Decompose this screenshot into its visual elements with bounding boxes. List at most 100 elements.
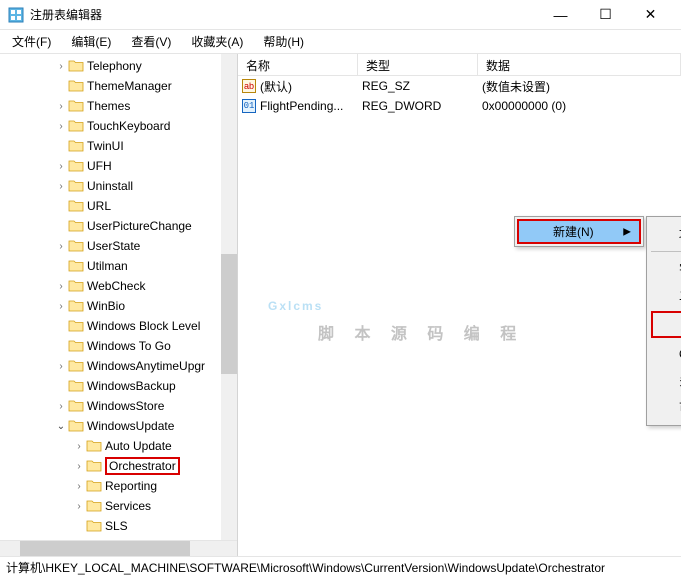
tree-item[interactable]: ›WinBio [0, 296, 237, 316]
ctx-new-string[interactable]: 字符串值(S) [647, 255, 681, 282]
chevron-right-icon[interactable]: › [54, 299, 68, 313]
cell-data: (数值未设置) [478, 76, 681, 97]
tree-item[interactable]: ›Orchestrator [0, 456, 237, 476]
tree-label: Utilman [87, 259, 128, 273]
tree-item[interactable]: UserPictureChange [0, 216, 237, 236]
ctx-new-multi[interactable]: 多字符串值(M) [647, 367, 681, 394]
cell-name: 01FlightPending... [238, 97, 358, 115]
tree-item[interactable]: TwinUI [0, 136, 237, 156]
folder-icon [68, 199, 84, 213]
statusbar: 计算机\HKEY_LOCAL_MACHINE\SOFTWARE\Microsof… [0, 556, 681, 578]
tree-item[interactable]: ThemeManager [0, 76, 237, 96]
list-row[interactable]: 01FlightPending...REG_DWORD0x00000000 (0… [238, 96, 681, 116]
tree-item[interactable]: ›Uninstall [0, 176, 237, 196]
tree-item[interactable]: Windows Block Level [0, 316, 237, 336]
tree-label: Themes [87, 99, 130, 113]
chevron-right-icon[interactable]: › [54, 399, 68, 413]
chevron-right-icon[interactable]: › [72, 439, 86, 453]
chevron-right-icon[interactable]: › [54, 279, 68, 293]
tree-item[interactable]: ⌄ WindowsUpdate [0, 416, 237, 436]
header-type[interactable]: 类型 [358, 54, 478, 75]
header-name[interactable]: 名称 [238, 54, 358, 75]
tree-item[interactable]: URL [0, 196, 237, 216]
tree-item[interactable]: ›Auto Update [0, 436, 237, 456]
chevron-right-icon[interactable]: › [54, 239, 68, 253]
folder-icon [68, 359, 84, 373]
chevron-down-icon[interactable]: ⌄ [54, 419, 68, 433]
expander-none [54, 199, 68, 213]
ctx-new-label: 新建(N) [553, 225, 594, 239]
menubar: 文件(F) 编辑(E) 查看(V) 收藏夹(A) 帮助(H) [0, 30, 681, 54]
ctx-new-dword[interactable]: DWORD (32 位)值(D) [651, 311, 681, 338]
tree-item[interactable]: › Themes [0, 96, 237, 116]
tree-view[interactable]: ›TelephonyThemeManager › Themes › TouchKeybo… [0, 54, 237, 556]
ctx-separator [651, 251, 681, 252]
main-area: ›TelephonyThemeManager › Themes › TouchKeybo… [0, 54, 681, 556]
close-button[interactable]: ✕ [628, 0, 673, 30]
folder-icon [68, 139, 84, 153]
chevron-right-icon[interactable]: › [72, 459, 86, 473]
menu-help[interactable]: 帮助(H) [255, 31, 312, 52]
vertical-scrollbar[interactable] [221, 54, 237, 540]
tree-label: WindowsBackup [87, 379, 176, 393]
tree-label: TwinUI [87, 139, 124, 153]
folder-icon [68, 319, 84, 333]
tree-item[interactable]: › TouchKeyboard [0, 116, 237, 136]
folder-icon [68, 219, 84, 233]
chevron-right-icon[interactable]: › [72, 479, 86, 493]
binary-value-icon: 01 [242, 99, 256, 113]
folder-icon [68, 79, 84, 93]
tree-item[interactable]: › UFH [0, 156, 237, 176]
folder-icon [68, 99, 84, 113]
ctx-new[interactable]: 新建(N) ▶ [517, 219, 641, 244]
chevron-right-icon[interactable]: › [54, 59, 68, 73]
tree-label: WebCheck [87, 279, 145, 293]
tree-item[interactable]: ›Services [0, 496, 237, 516]
chevron-right-icon[interactable]: › [54, 99, 68, 113]
tree-item[interactable]: Windows To Go [0, 336, 237, 356]
tree-item[interactable]: ›WindowsStore [0, 396, 237, 416]
tree-label: WindowsUpdate [87, 419, 174, 433]
chevron-right-icon[interactable]: › [54, 359, 68, 373]
chevron-right-icon[interactable]: › [54, 179, 68, 193]
tree-item[interactable]: SLS [0, 516, 237, 536]
list-body[interactable]: ab(默认)REG_SZ(数值未设置)01FlightPending...REG… [238, 76, 681, 116]
chevron-right-icon[interactable]: › [72, 499, 86, 513]
minimize-button[interactable]: — [538, 0, 583, 30]
context-menu[interactable]: 新建(N) ▶ [514, 216, 644, 247]
tree-item[interactable]: WindowsBackup [0, 376, 237, 396]
window-title: 注册表编辑器 [30, 6, 538, 23]
ctx-new-qword[interactable]: QWORD (64 位)值(Q) [647, 340, 681, 367]
menu-view[interactable]: 查看(V) [123, 31, 179, 52]
folder-icon [86, 519, 102, 533]
maximize-button[interactable]: ☐ [583, 0, 628, 30]
tree-panel: ›TelephonyThemeManager › Themes › TouchKeybo… [0, 54, 238, 556]
ctx-new-expand[interactable]: 可扩充字符串值(E) [647, 394, 681, 421]
context-submenu-new[interactable]: 项(K) 字符串值(S) 二进制值(B) DWORD (32 位)值(D) QW… [646, 216, 681, 426]
ctx-new-key[interactable]: 项(K) [647, 221, 681, 248]
tree-label: TouchKeyboard [87, 119, 170, 133]
tree-item[interactable]: › WindowsAnytimeUpgr [0, 356, 237, 376]
menu-file[interactable]: 文件(F) [4, 31, 59, 52]
menu-edit[interactable]: 编辑(E) [63, 31, 119, 52]
list-row[interactable]: ab(默认)REG_SZ(数值未设置) [238, 76, 681, 96]
folder-icon [68, 159, 84, 173]
tree-item[interactable]: ›UserState [0, 236, 237, 256]
chevron-right-icon[interactable]: › [54, 119, 68, 133]
ctx-new-binary[interactable]: 二进制值(B) [647, 282, 681, 309]
header-data[interactable]: 数据 [478, 54, 681, 75]
chevron-right-icon[interactable]: › [54, 159, 68, 173]
tree-label: Windows Block Level [87, 319, 200, 333]
menu-favorites[interactable]: 收藏夹(A) [183, 31, 251, 52]
tree-item[interactable]: Utilman [0, 256, 237, 276]
folder-icon [68, 279, 84, 293]
expander-none [54, 219, 68, 233]
folder-icon [86, 479, 102, 493]
folder-icon [68, 179, 84, 193]
tree-item[interactable]: ›Telephony [0, 56, 237, 76]
tree-item[interactable]: ›Reporting [0, 476, 237, 496]
horizontal-scrollbar[interactable] [0, 540, 237, 556]
tree-label: UFH [87, 159, 112, 173]
tree-label: WindowsAnytimeUpgr [87, 359, 205, 373]
tree-item[interactable]: › WebCheck [0, 276, 237, 296]
